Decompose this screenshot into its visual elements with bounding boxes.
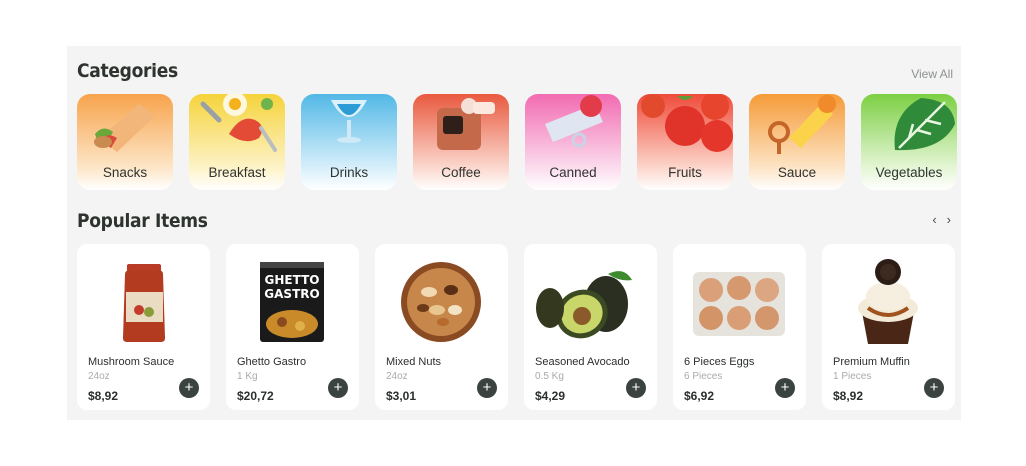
category-label: Vegetables — [875, 165, 943, 180]
product-quantity: 1 Pieces — [833, 371, 872, 382]
sauce-jar-image — [123, 264, 165, 342]
category-fruits[interactable]: Fruits — [637, 94, 733, 190]
product-price: $20,72 — [237, 389, 274, 403]
tin-label-line-2: GASTRO — [264, 287, 319, 301]
avocado-image — [536, 271, 632, 339]
product-quantity: 6 Pieces — [684, 371, 723, 382]
popular-items-title: Popular Items — [77, 210, 208, 232]
product-card[interactable]: Mixed Nuts 24oz $3,01 + — [375, 244, 508, 410]
product-card[interactable]: Premium Muffin 1 Pieces $8,92 + — [822, 244, 955, 410]
category-vegetables[interactable]: Vegetables — [861, 94, 957, 190]
product-price: $8,92 — [833, 389, 864, 403]
product-name: Ghetto Gastro — [237, 356, 307, 368]
tin-label-line-1: GHETTO — [265, 273, 320, 287]
product-price: $6,92 — [684, 389, 715, 403]
categories-title: Categories — [77, 60, 178, 82]
product-quantity: 0.5 Kg — [535, 371, 564, 382]
mixed-nuts-bowl-image — [401, 262, 481, 342]
product-name: Seasoned Avocado — [535, 356, 630, 368]
add-to-cart-button[interactable]: + — [924, 378, 944, 398]
product-name: Premium Muffin — [833, 356, 910, 368]
product-card[interactable]: GHETTO GASTRO Ghetto Gastro 1 Kg $20,72 … — [226, 244, 359, 410]
product-name: Mushroom Sauce — [88, 356, 175, 368]
product-price: $4,29 — [535, 389, 566, 403]
muffin-image — [858, 259, 918, 344]
chevron-right-icon[interactable]: › — [947, 212, 951, 227]
product-quantity: 24oz — [386, 371, 408, 382]
category-label: Breakfast — [208, 165, 266, 180]
chevron-left-icon[interactable]: ‹ — [932, 212, 936, 227]
category-drinks[interactable]: Drinks — [301, 94, 397, 190]
view-all-link[interactable]: View All — [911, 67, 953, 81]
add-to-cart-button[interactable]: + — [477, 378, 497, 398]
category-label: Fruits — [668, 165, 702, 180]
popular-pager: ‹ › — [932, 212, 951, 227]
grocery-panel: Categories View All Snacks Breakfast Dri… — [67, 46, 961, 420]
product-card[interactable]: 6 Pieces Eggs 6 Pieces $6,92 + — [673, 244, 806, 410]
category-snacks[interactable]: Snacks — [77, 94, 173, 190]
popular-items-list: Mushroom Sauce 24oz $8,92 + GHETTO GASTR… — [77, 244, 955, 410]
add-to-cart-button[interactable]: + — [328, 378, 348, 398]
product-name: Mixed Nuts — [386, 356, 442, 368]
category-list: Snacks Breakfast Drinks Coffee Canned Fr… — [77, 94, 957, 190]
category-coffee[interactable]: Coffee — [413, 94, 509, 190]
add-to-cart-button[interactable]: + — [626, 378, 646, 398]
product-price: $3,01 — [386, 389, 417, 403]
category-label: Snacks — [102, 165, 148, 180]
product-price: $8,92 — [88, 389, 119, 403]
product-card[interactable]: Mushroom Sauce 24oz $8,92 + — [77, 244, 210, 410]
add-to-cart-button[interactable]: + — [775, 378, 795, 398]
category-breakfast[interactable]: Breakfast — [189, 94, 285, 190]
product-card[interactable]: Seasoned Avocado 0.5 Kg $4,29 + — [524, 244, 657, 410]
category-sauce[interactable]: Sauce — [749, 94, 845, 190]
add-to-cart-button[interactable]: + — [179, 378, 199, 398]
product-quantity: 24oz — [88, 371, 110, 382]
ghetto-gastro-tin-image: GHETTO GASTRO — [260, 262, 324, 342]
product-name: 6 Pieces Eggs — [684, 356, 755, 368]
category-label: Coffee — [441, 165, 481, 180]
product-quantity: 1 Kg — [237, 371, 258, 382]
egg-carton-image — [693, 272, 785, 336]
category-label: Sauce — [777, 165, 817, 180]
category-label: Drinks — [329, 165, 369, 180]
category-canned[interactable]: Canned — [525, 94, 621, 190]
category-label: Canned — [549, 165, 597, 180]
